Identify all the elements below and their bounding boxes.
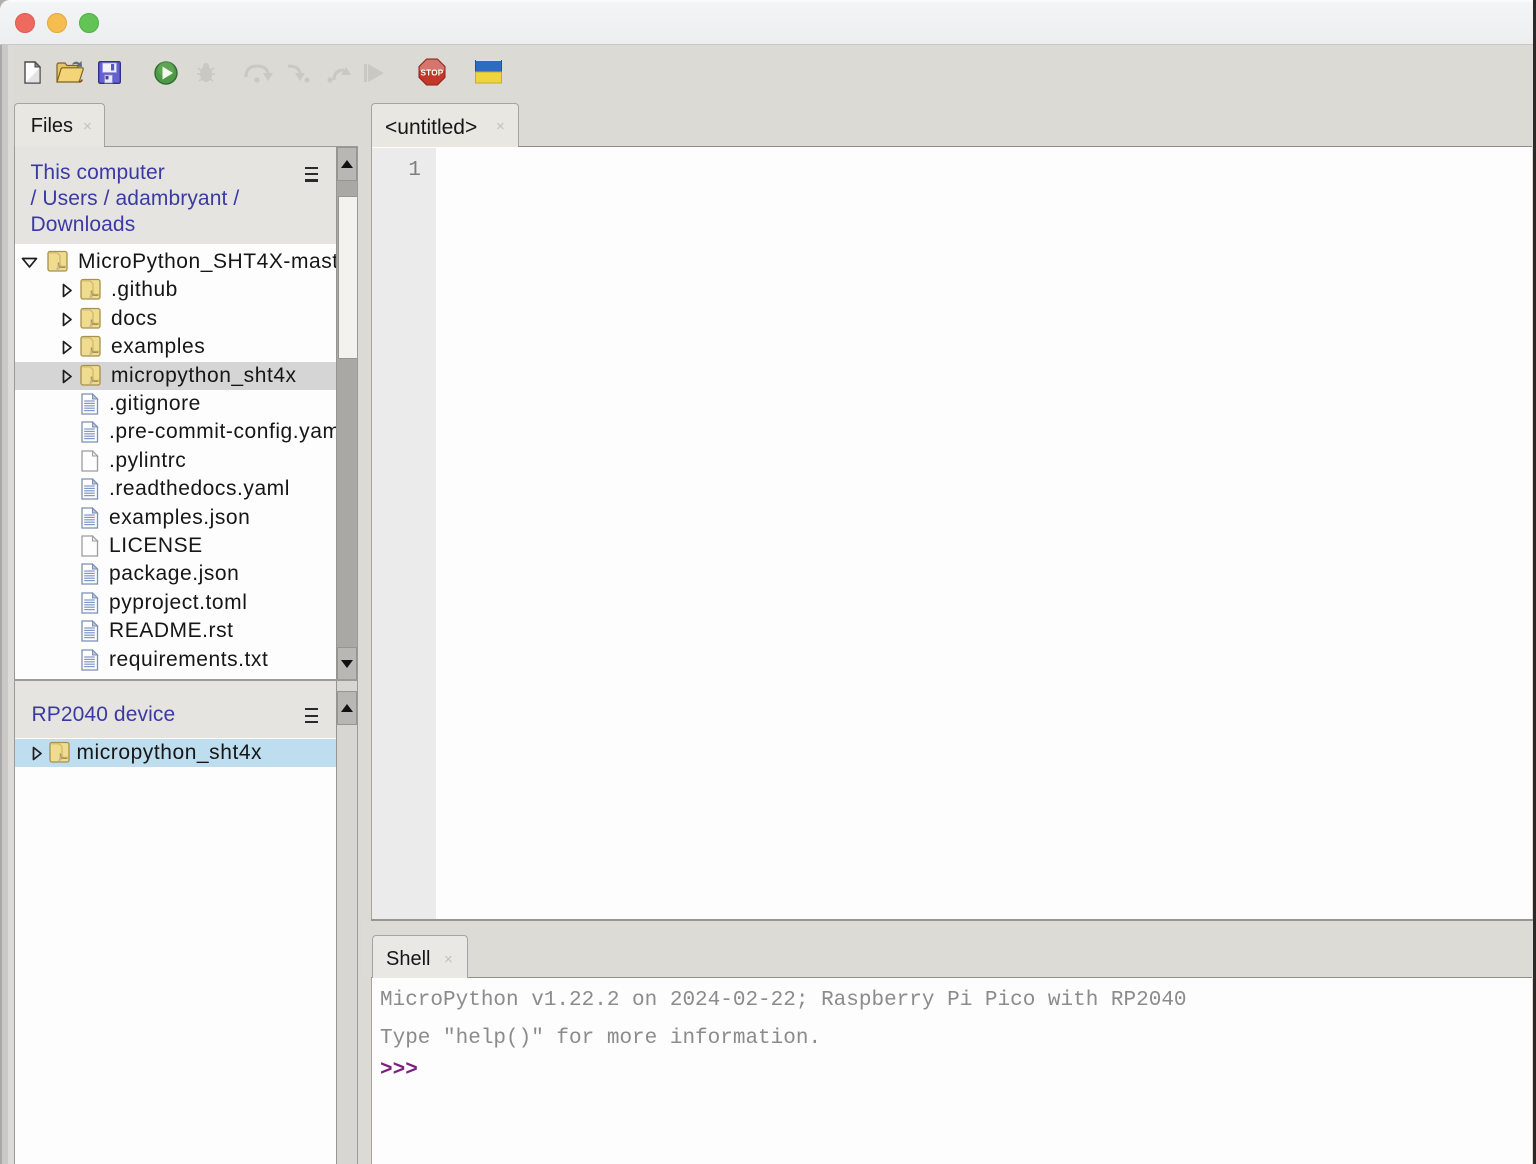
svg-text:STOP: STOP [421, 69, 444, 78]
